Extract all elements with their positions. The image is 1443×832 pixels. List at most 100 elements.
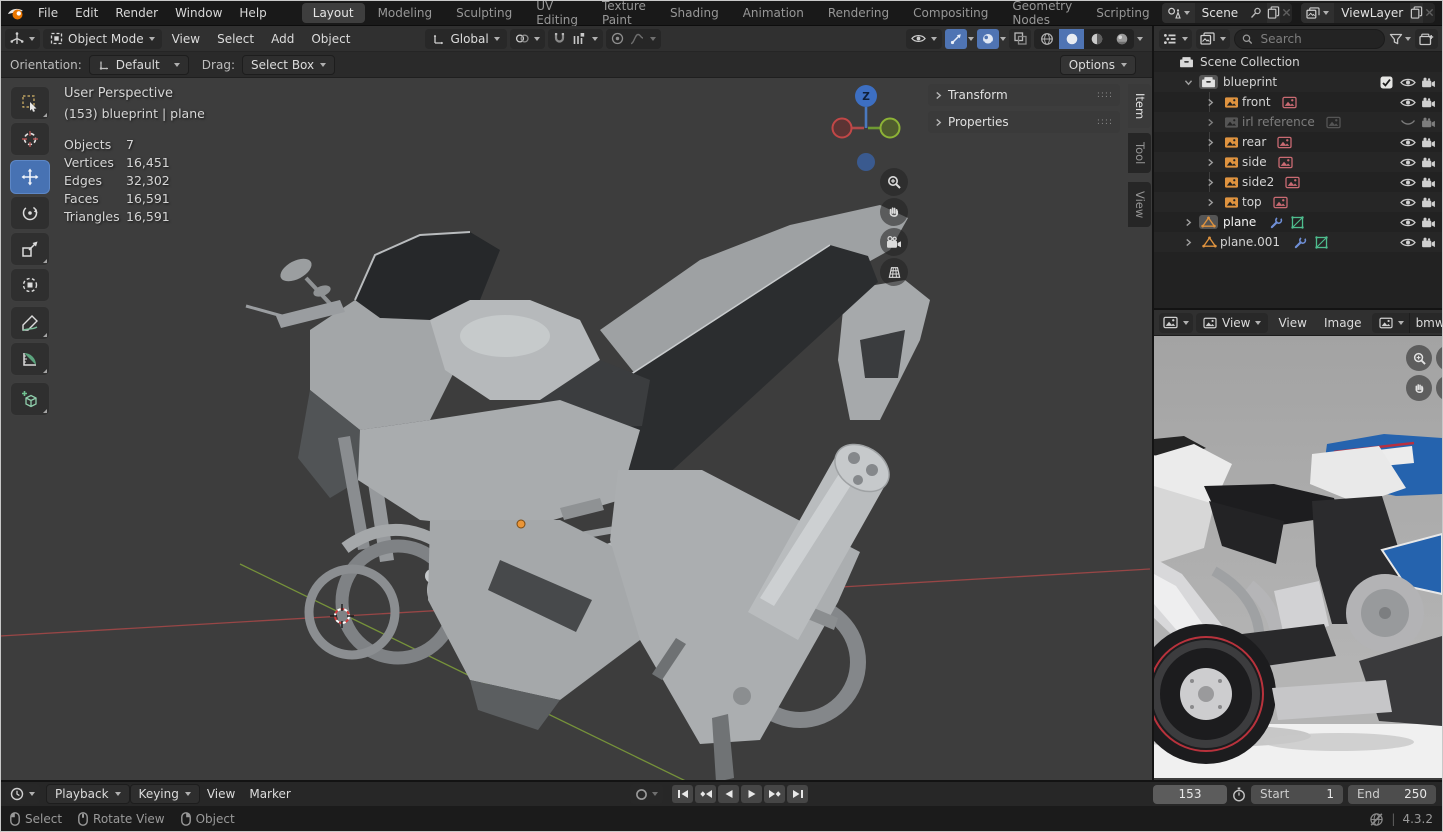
menu-select[interactable]: Select (210, 32, 261, 46)
scene-type-button[interactable] (1161, 2, 1195, 23)
image-pan-button[interactable] (1406, 375, 1432, 401)
tool-measure[interactable] (10, 342, 50, 376)
panel-drag-handle[interactable]: :::: (1097, 90, 1113, 100)
visibility-dropdown[interactable] (906, 28, 942, 49)
tab-modeling[interactable]: Modeling (367, 3, 444, 23)
viewport-camera-view-button[interactable] (880, 228, 908, 256)
shading-wireframe-button[interactable] (1034, 29, 1059, 49)
current-frame-field[interactable]: 153 (1153, 784, 1227, 804)
tab-compositing[interactable]: Compositing (902, 3, 999, 23)
gizmo-z-neg-axis[interactable] (857, 153, 875, 171)
menu-add[interactable]: Add (264, 32, 301, 46)
mode-selector[interactable]: Object Mode (43, 28, 162, 49)
camera-icon[interactable] (1421, 97, 1436, 108)
checkbox-icon[interactable] (1380, 76, 1393, 89)
xray-toggle[interactable] (1009, 28, 1031, 49)
menu-render[interactable]: Render (107, 0, 166, 26)
outliner-row-scene-collection[interactable]: Scene Collection (1154, 52, 1443, 72)
menu-edit[interactable]: Edit (67, 0, 106, 26)
shading-solid-button[interactable] (1059, 28, 1084, 49)
camera-icon[interactable] (1421, 217, 1436, 228)
playback-dropdown[interactable]: Playback (46, 784, 130, 804)
camera-icon[interactable] (1421, 197, 1436, 208)
outliner-row-blueprint[interactable]: blueprint (1154, 72, 1443, 92)
menu-window[interactable]: Window (167, 0, 230, 26)
outliner-row-plane[interactable]: plane (1154, 212, 1443, 232)
outliner-row-side2[interactable]: side2 (1154, 172, 1443, 192)
tool-transform[interactable] (10, 268, 50, 302)
chevron-right-icon[interactable] (1207, 138, 1214, 147)
camera-icon[interactable] (1421, 117, 1436, 128)
tool-cursor[interactable] (10, 122, 50, 156)
viewport-zoom-button[interactable] (880, 168, 908, 196)
next-keyframe-button[interactable] (764, 785, 785, 803)
eye-icon[interactable] (1400, 177, 1416, 188)
panel-properties[interactable]: Properties :::: (928, 111, 1120, 133)
menu-view[interactable]: View (165, 32, 207, 46)
eye-icon[interactable] (1400, 137, 1416, 148)
outliner-row-side[interactable]: side (1154, 152, 1443, 172)
falloff-icon[interactable] (630, 33, 644, 45)
chevron-right-icon[interactable] (1207, 178, 1214, 187)
sidebar-tab-tool[interactable]: Tool (1128, 133, 1151, 174)
viewlayer-type-button[interactable] (1301, 2, 1335, 23)
chevron-right-icon[interactable] (1207, 158, 1214, 167)
eye-icon[interactable] (1400, 197, 1416, 208)
eye-icon[interactable] (1400, 77, 1416, 88)
outliner-row-rear[interactable]: rear (1154, 132, 1443, 152)
menu-help[interactable]: Help (231, 0, 274, 26)
tab-texture-paint[interactable]: Texture Paint (591, 0, 657, 27)
eye-icon[interactable] (1400, 97, 1416, 108)
network-offline-icon[interactable] (1369, 812, 1384, 827)
blender-logo-icon[interactable] (6, 5, 25, 21)
prev-keyframe-button[interactable] (695, 785, 716, 803)
auto-keying-toggle[interactable] (630, 784, 663, 804)
camera-icon[interactable] (1421, 237, 1436, 248)
navigation-gizmo[interactable]: Z (820, 80, 916, 180)
snap-target-icon[interactable] (572, 32, 586, 45)
outliner-row-irl-reference[interactable]: irl reference (1154, 112, 1443, 132)
frame-end-field[interactable]: End 250 (1348, 784, 1436, 804)
transform-orientation-selector[interactable]: Global (425, 28, 507, 49)
chevron-down-icon[interactable] (1184, 79, 1193, 86)
chevron-down-icon[interactable] (1137, 36, 1143, 41)
chevron-down-icon[interactable] (1000, 36, 1006, 41)
filter-icon[interactable] (1389, 33, 1403, 45)
tab-sculpting[interactable]: Sculpting (445, 3, 523, 23)
chevron-right-icon[interactable] (1207, 198, 1214, 207)
outliner-display-mode-button[interactable] (1196, 28, 1230, 49)
camera-icon[interactable] (1421, 177, 1436, 188)
sidebar-tab-view[interactable]: View (1128, 182, 1151, 228)
outliner-editor-type-button[interactable] (1159, 28, 1192, 49)
eye-icon[interactable] (1400, 237, 1416, 248)
image-editor-canvas[interactable] (1154, 336, 1443, 778)
menu-file[interactable]: File (30, 0, 66, 26)
eye-icon[interactable] (1400, 157, 1416, 168)
editor-type-button[interactable] (5, 28, 40, 49)
menu-view[interactable]: View (200, 787, 242, 801)
image-editor-type-button[interactable] (1159, 312, 1193, 333)
menu-object[interactable]: Object (304, 32, 357, 46)
chevron-down-icon[interactable] (968, 36, 974, 41)
search-input[interactable] (1258, 30, 1377, 47)
tool-scale[interactable] (10, 232, 50, 266)
shading-material-button[interactable] (1084, 29, 1109, 49)
tab-geometry-nodes[interactable]: Geometry Nodes (1001, 0, 1083, 27)
menu-image[interactable]: Image (1317, 316, 1369, 330)
gizmo-x-axis[interactable] (831, 117, 853, 139)
eye-icon[interactable] (1400, 217, 1416, 228)
viewport-perspective-toggle-button[interactable] (880, 258, 908, 286)
panel-transform[interactable]: Transform :::: (928, 84, 1120, 106)
editor-divider[interactable] (1154, 308, 1443, 310)
jump-to-start-button[interactable] (672, 785, 693, 803)
menu-marker[interactable]: Marker (242, 787, 297, 801)
tab-layout[interactable]: Layout (301, 2, 365, 23)
timeline-editor-type-button[interactable] (5, 784, 40, 804)
new-collection-button[interactable] (1415, 28, 1438, 49)
viewlayer-name[interactable]: ViewLayer (1334, 6, 1410, 20)
chevron-down-icon[interactable] (1405, 36, 1411, 41)
play-reverse-button[interactable] (718, 785, 739, 803)
shading-rendered-button[interactable] (1109, 29, 1134, 49)
new-scene-button[interactable] (1267, 2, 1281, 23)
pivot-point-selector[interactable] (509, 28, 545, 49)
